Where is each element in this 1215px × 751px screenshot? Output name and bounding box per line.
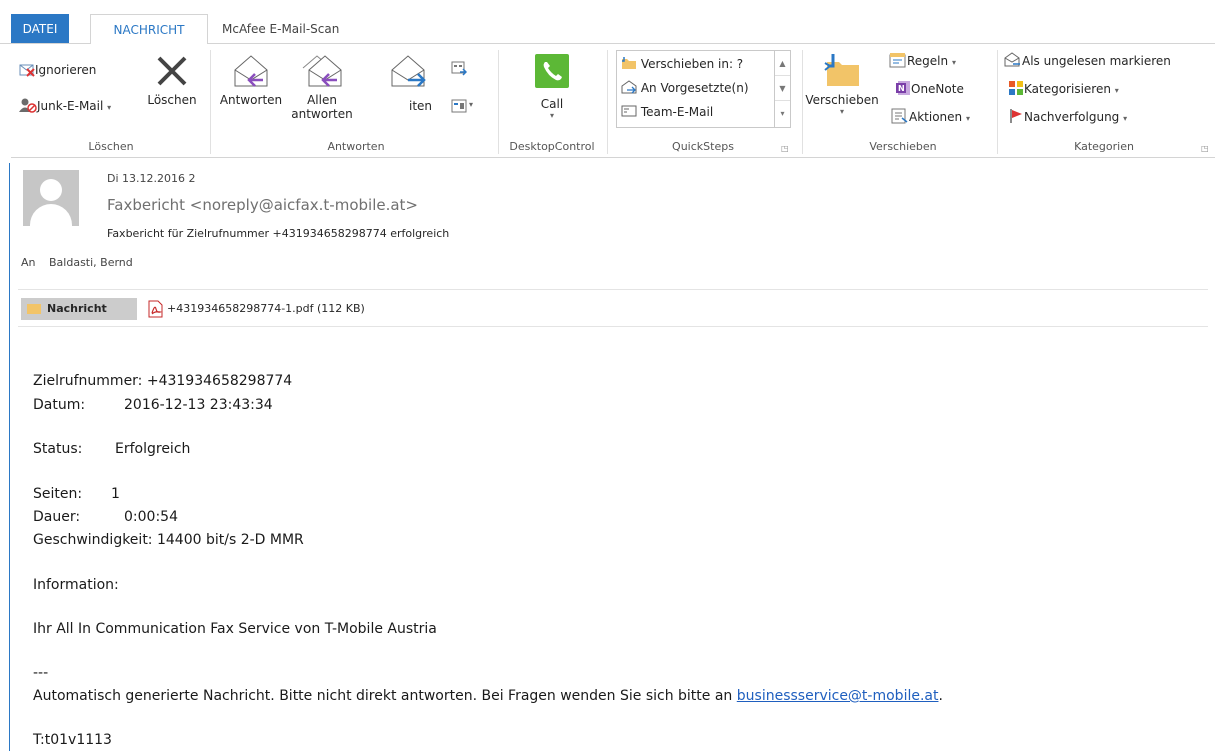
ignore-icon bbox=[19, 64, 35, 77]
attachment-pdf[interactable]: +431934658298774-1.pdf (112 KB) bbox=[146, 298, 365, 320]
ribbon: Ignorieren Junk-E-Mail ▾ Löschen Löschen… bbox=[11, 44, 1215, 158]
phone-icon bbox=[535, 54, 569, 88]
categorize-button[interactable]: Kategorisieren ▾ bbox=[1008, 80, 1119, 96]
onenote-button[interactable]: N OneNote bbox=[895, 80, 964, 96]
delete-button[interactable]: Löschen bbox=[142, 52, 202, 107]
rules-button[interactable]: Regeln ▾ bbox=[889, 52, 956, 68]
support-email-link[interactable]: businessservice@t-mobile.at bbox=[737, 688, 939, 704]
meeting-reply-icon[interactable] bbox=[451, 60, 468, 79]
pages-line: Seiten: 1 bbox=[33, 486, 120, 502]
follow-up-button[interactable]: Nachverfolgung ▾ bbox=[1008, 108, 1127, 124]
actions-button[interactable]: Aktionen ▾ bbox=[891, 108, 970, 124]
message-date: Di 13.12.2016 2 bbox=[107, 172, 196, 185]
chevron-down-icon: ▾ bbox=[951, 58, 956, 67]
move-folder-icon bbox=[824, 54, 859, 86]
ignore-button[interactable]: Ignorieren bbox=[19, 61, 96, 77]
ribbon-tab-strip: DATEI NACHRICHT McAfee E-Mail-Scan bbox=[0, 0, 1215, 45]
junk-email-button[interactable]: Junk-E-Mail ▾ bbox=[19, 97, 111, 113]
chevron-down-icon: ▾ bbox=[549, 111, 554, 120]
forward-icon bbox=[391, 55, 426, 87]
move-button[interactable]: Verschieben ▾ bbox=[805, 50, 879, 116]
quicksteps-gallery: Verschieben in: ? An Vorgesetzte(n) Team… bbox=[616, 50, 791, 128]
service-signature: Ihr All In Communication Fax Service von… bbox=[33, 621, 437, 637]
status-line: Status: Erfolgreich bbox=[33, 441, 191, 457]
auto-generated-notice: Automatisch generierte Nachricht. Bitte … bbox=[33, 688, 943, 704]
message-subject: Faxbericht für Zielrufnummer +4319346582… bbox=[107, 227, 450, 240]
forward-label: iten bbox=[409, 99, 433, 113]
more-respond-icon bbox=[451, 99, 467, 113]
tab-mcafee[interactable]: McAfee E-Mail-Scan bbox=[222, 14, 372, 44]
speed-line: Geschwindigkeit: 14400 bit/s 2-D MMR bbox=[33, 532, 304, 548]
quickstep-to-manager[interactable]: An Vorgesetzte(n) bbox=[621, 77, 749, 99]
reply-all-icon bbox=[302, 55, 342, 87]
envelope-icon bbox=[27, 304, 41, 314]
actions-icon bbox=[891, 108, 908, 124]
pdf-icon bbox=[148, 300, 163, 318]
folder-move-icon bbox=[622, 57, 636, 69]
avatar bbox=[23, 170, 79, 226]
reference-code: T:t01v1113 bbox=[33, 732, 112, 748]
chevron-down-icon: ▾ bbox=[107, 103, 112, 112]
reading-pane-accent bbox=[9, 163, 10, 751]
group-label-delete: Löschen bbox=[88, 140, 134, 153]
group-label-desktopcontrol: DesktopControl bbox=[509, 140, 595, 153]
call-button[interactable]: Call ▾ bbox=[526, 52, 578, 120]
forward-button[interactable] bbox=[383, 50, 433, 93]
reply-icon bbox=[234, 55, 268, 87]
scroll-down-icon[interactable]: ▼ bbox=[775, 76, 790, 101]
reply-button[interactable]: Antworten bbox=[214, 50, 288, 107]
team-email-icon bbox=[621, 105, 637, 117]
group-label-respond: Antworten bbox=[327, 140, 385, 153]
delete-x-icon bbox=[157, 56, 187, 86]
more-respond-button[interactable]: ▾ bbox=[451, 98, 473, 117]
tab-file[interactable]: DATEI bbox=[11, 14, 69, 44]
group-label-quicksteps: QuickSteps bbox=[672, 140, 734, 153]
chevron-down-icon: ▾ bbox=[1114, 86, 1119, 95]
envelope-forward-icon bbox=[621, 80, 637, 94]
scroll-up-icon[interactable]: ▲ bbox=[775, 51, 790, 76]
chevron-down-icon: ▾ bbox=[469, 100, 474, 109]
expand-gallery-icon[interactable]: ▾ bbox=[775, 101, 790, 126]
svg-text:N: N bbox=[898, 84, 905, 93]
person-icon bbox=[40, 179, 62, 201]
message-sender[interactable]: Faxbericht <noreply@aicfax.t-mobile.at> bbox=[107, 196, 418, 214]
mark-unread-icon bbox=[1004, 52, 1020, 67]
group-label-tags: Kategorien bbox=[1074, 140, 1134, 153]
date-line: Datum: 2016-12-13 23:43:34 bbox=[33, 397, 273, 413]
dialog-launcher-icon[interactable]: ◳ bbox=[781, 144, 789, 153]
duration-line: Dauer: 0:00:54 bbox=[33, 509, 178, 525]
chevron-down-icon: ▾ bbox=[839, 107, 844, 116]
chevron-down-icon: ▾ bbox=[1123, 114, 1128, 123]
tab-message[interactable]: NACHRICHT bbox=[90, 14, 208, 45]
quickstep-move-to[interactable]: Verschieben in: ? bbox=[621, 53, 743, 75]
message-recipients: An Baldasti, Bernd bbox=[21, 256, 133, 269]
flag-icon bbox=[1010, 109, 1022, 123]
onenote-icon: N bbox=[896, 81, 910, 95]
target-number-line: Zielrufnummer: +431934658298774 bbox=[33, 373, 293, 389]
quickstep-team-email[interactable]: Team-E-Mail bbox=[621, 101, 713, 123]
rules-icon bbox=[889, 53, 906, 68]
chevron-down-icon: ▾ bbox=[965, 114, 970, 123]
information-heading: Information: bbox=[33, 577, 119, 593]
mark-unread-button[interactable]: Als ungelesen markieren bbox=[1004, 52, 1171, 68]
junk-icon bbox=[19, 98, 37, 113]
separator-text: --- bbox=[33, 665, 49, 681]
quicksteps-scrollbar[interactable]: ▲ ▼ ▾ bbox=[774, 51, 790, 127]
to-label: An bbox=[21, 256, 36, 269]
reply-all-button[interactable]: Allen antworten bbox=[291, 50, 353, 121]
dialog-launcher-icon[interactable]: ◳ bbox=[1201, 144, 1209, 153]
group-label-move: Verschieben bbox=[869, 140, 937, 153]
message-body-tab[interactable]: Nachricht bbox=[21, 298, 137, 320]
categorize-icon bbox=[1009, 81, 1023, 95]
to-recipient[interactable]: Baldasti, Bernd bbox=[49, 256, 133, 269]
